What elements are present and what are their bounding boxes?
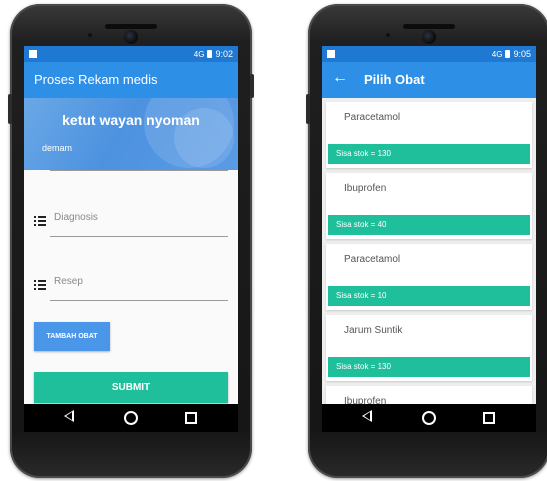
nav-recent-icon[interactable] (185, 412, 197, 424)
submit-button[interactable]: SUBMIT (34, 372, 228, 403)
phone-frame-right: 4G 9:05 ← Pilih Obat Paracetamol Sisa st… (306, 4, 547, 478)
app-title: Proses Rekam medis (34, 72, 158, 87)
nav-recent-icon[interactable] (483, 412, 495, 424)
stock-badge: Sisa stok = 10 (328, 286, 530, 306)
medicine-name: Jarum Suntik (344, 325, 403, 336)
patient-complaint: demam (42, 143, 73, 153)
volume-button (306, 94, 310, 124)
patient-name: ketut wayan nyoman (62, 112, 200, 128)
front-camera (124, 30, 138, 44)
volume-button (8, 94, 12, 124)
medicine-name: Ibuprofen (344, 183, 387, 194)
nav-back-icon-inner (66, 412, 72, 420)
speaker-grille (403, 24, 455, 29)
app-bar: Proses Rekam medis (24, 62, 238, 98)
screen-pilih-obat: 4G 9:05 ← Pilih Obat Paracetamol Sisa st… (322, 46, 536, 432)
list-item[interactable]: Paracetamol Sisa stok = 130 (326, 102, 532, 168)
status-bar: 4G 9:02 (24, 46, 238, 62)
sensor (88, 33, 92, 37)
medicine-name: Paracetamol (344, 254, 401, 265)
resep-input[interactable]: Resep (54, 276, 83, 287)
list-item[interactable]: Paracetamol Sisa stok = 10 (326, 244, 532, 310)
screen-rekam-medis: 4G 9:02 Proses Rekam medis ketut wayan n… (24, 46, 238, 432)
app-bar: ← Pilih Obat (322, 62, 536, 98)
list-icon (34, 280, 46, 290)
notification-icon (29, 50, 37, 58)
navigation-bar (322, 404, 536, 432)
navigation-bar (24, 404, 238, 432)
patient-banner: ketut wayan nyoman demam (24, 98, 238, 170)
sensor (386, 33, 390, 37)
status-bar: 4G 9:05 (322, 46, 536, 62)
stock-badge: Sisa stok = 130 (328, 144, 530, 164)
resep-underline (50, 300, 228, 301)
list-item[interactable]: Jarum Suntik Sisa stok = 130 (326, 315, 532, 381)
signal-icon: 4G (491, 49, 503, 59)
speaker-grille (105, 24, 157, 29)
nav-back-icon-inner (364, 412, 370, 420)
nav-home-icon[interactable] (124, 411, 138, 425)
diagnosis-underline (50, 236, 228, 237)
power-button (250, 74, 254, 98)
status-time: 9:05 (513, 49, 531, 59)
list-item[interactable]: Ibuprofen Sisa stok = 40 (326, 173, 532, 239)
battery-icon (207, 50, 213, 58)
diagnosis-input[interactable]: Diagnosis (54, 212, 98, 223)
notification-icon (327, 50, 335, 58)
back-arrow-icon[interactable]: ← (332, 69, 348, 87)
medicine-list[interactable]: Paracetamol Sisa stok = 130 Ibuprofen Si… (322, 98, 536, 432)
front-camera (422, 30, 436, 44)
status-time: 9:02 (215, 49, 233, 59)
medicine-name: Paracetamol (344, 112, 401, 123)
nav-home-icon[interactable] (422, 411, 436, 425)
list-icon (34, 216, 46, 226)
stock-badge: Sisa stok = 40 (328, 215, 530, 235)
complaint-field-underline (50, 170, 228, 171)
signal-icon: 4G (193, 49, 205, 59)
app-title: Pilih Obat (364, 72, 425, 87)
battery-icon (505, 50, 511, 58)
stock-badge: Sisa stok = 130 (328, 357, 530, 377)
phone-frame-left: 4G 9:02 Proses Rekam medis ketut wayan n… (8, 4, 254, 478)
tambah-obat-button[interactable]: TAMBAH OBAT (34, 322, 110, 351)
